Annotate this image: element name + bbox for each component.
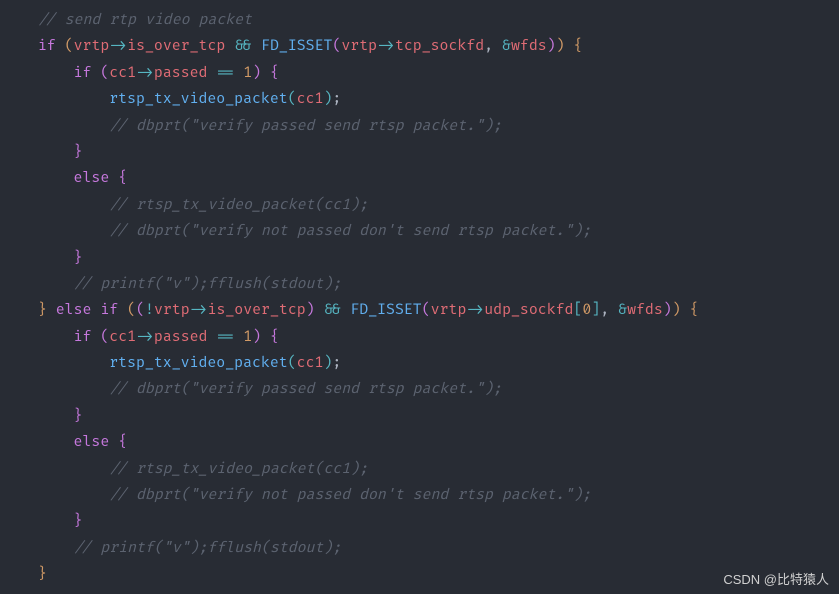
code-line: // rtsp_tx_video_packet(cc1); <box>0 193 839 219</box>
comment-text: // dbprt("verify passed send rtsp packet… <box>109 118 502 135</box>
op: == <box>216 329 234 346</box>
comment-text: // dbprt("verify not passed don't send r… <box>109 487 591 504</box>
op: == <box>216 65 234 82</box>
keyword-else: else <box>74 170 110 187</box>
num: 0 <box>582 302 591 319</box>
op: && <box>234 38 252 55</box>
code-line: } <box>0 562 839 588</box>
watermark-text: CSDN @比特猿人 <box>723 569 829 588</box>
code-line: } <box>0 246 839 272</box>
code-line: } <box>0 509 839 535</box>
comment-text: // printf("v");fflush(stdout); <box>74 276 342 293</box>
op: -> <box>190 302 208 319</box>
code-line: // dbprt("verify passed send rtsp packet… <box>0 114 839 140</box>
code-line: if (vrtp->is_over_tcp && FD_ISSET(vrtp->… <box>0 34 839 60</box>
op: -> <box>109 38 127 55</box>
prop: tcp_sockfd <box>395 38 484 55</box>
op: & <box>502 38 511 55</box>
keyword-if: if <box>74 329 92 346</box>
keyword-if: if <box>74 65 92 82</box>
keyword-else: else <box>74 434 110 451</box>
num: 1 <box>243 65 252 82</box>
keyword-elseif: else if <box>56 302 118 319</box>
num: 1 <box>243 329 252 346</box>
comment-text: // rtsp_tx_video_packet(cc1); <box>109 461 368 478</box>
fn: rtsp_tx_video_packet <box>109 355 287 372</box>
prop: is_over_tcp <box>208 302 306 319</box>
op: ! <box>145 302 154 319</box>
code-line: // rtsp_tx_video_packet(cc1); <box>0 457 839 483</box>
code-line: } <box>0 140 839 166</box>
code-line: } else if ((!vrtp->is_over_tcp) && FD_IS… <box>0 298 839 324</box>
code-line: if (cc1->passed == 1) { <box>0 325 839 351</box>
var: cc1 <box>109 329 136 346</box>
code-line: else { <box>0 166 839 192</box>
code-line: // dbprt("verify not passed don't send r… <box>0 219 839 245</box>
code-line: // printf("v");fflush(stdout); <box>0 536 839 562</box>
code-line: rtsp_tx_video_packet(cc1); <box>0 351 839 377</box>
op: -> <box>136 329 154 346</box>
var: wfds <box>627 302 663 319</box>
code-line: // dbprt("verify not passed don't send r… <box>0 483 839 509</box>
var: vrtp <box>431 302 467 319</box>
code-line: else { <box>0 430 839 456</box>
fn: FD_ISSET <box>350 302 421 319</box>
var: cc1 <box>297 91 324 108</box>
op: & <box>618 302 627 319</box>
var: vrtp <box>341 38 377 55</box>
code-line: } <box>0 404 839 430</box>
prop: is_over_tcp <box>127 38 225 55</box>
var: wfds <box>511 38 547 55</box>
op: -> <box>466 302 484 319</box>
code-line: // printf("v");fflush(stdout); <box>0 272 839 298</box>
op: && <box>324 302 342 319</box>
code-line: if (cc1->passed == 1) { <box>0 61 839 87</box>
code-line: rtsp_tx_video_packet(cc1); <box>0 87 839 113</box>
comment-text: // rtsp_tx_video_packet(cc1); <box>109 197 368 214</box>
keyword-if: if <box>38 38 56 55</box>
prop: udp_sockfd <box>484 302 573 319</box>
prop: passed <box>154 65 208 82</box>
op: -> <box>377 38 395 55</box>
var: cc1 <box>109 65 136 82</box>
code-line: // send rtp video packet <box>0 8 839 34</box>
var: vrtp <box>154 302 190 319</box>
op: -> <box>136 65 154 82</box>
comment-text: // dbprt("verify passed send rtsp packet… <box>109 381 502 398</box>
code-editor-content: // send rtp video packet if (vrtp->is_ov… <box>0 8 839 589</box>
code-line: // dbprt("verify passed send rtsp packet… <box>0 377 839 403</box>
comment-text: // send rtp video packet <box>38 12 252 29</box>
comment-text: // dbprt("verify not passed don't send r… <box>109 223 591 240</box>
comment-text: // printf("v");fflush(stdout); <box>74 540 342 557</box>
var: vrtp <box>74 38 110 55</box>
fn: rtsp_tx_video_packet <box>109 91 287 108</box>
var: cc1 <box>297 355 324 372</box>
prop: passed <box>154 329 208 346</box>
fn: FD_ISSET <box>261 38 332 55</box>
